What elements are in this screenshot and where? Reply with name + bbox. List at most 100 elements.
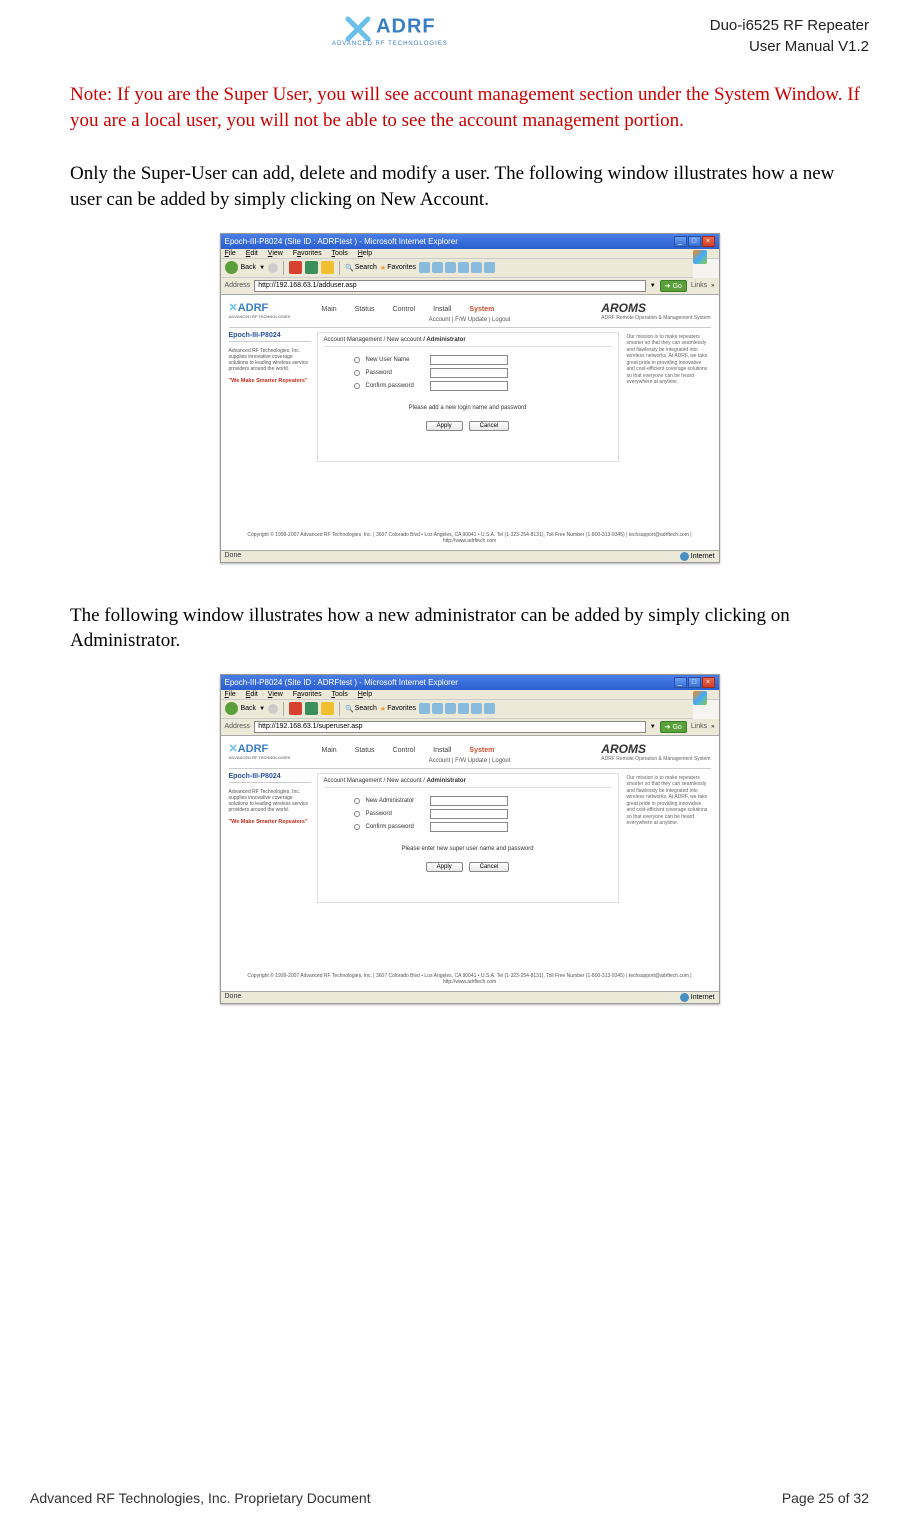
tab-control[interactable]: Control: [390, 305, 419, 314]
minimize-button[interactable]: _: [674, 677, 687, 688]
menu-view[interactable]: View: [268, 691, 283, 698]
favorites-button[interactable]: ★Favorites: [380, 705, 416, 713]
stop-button[interactable]: [289, 702, 302, 715]
go-button[interactable]: ➜ Go: [660, 280, 687, 292]
forward-button[interactable]: [268, 704, 278, 714]
confirm-password-input[interactable]: [430, 822, 508, 832]
menu-tools[interactable]: Tools: [331, 250, 347, 257]
cancel-button[interactable]: Cancel: [469, 421, 510, 431]
confirm-password-input[interactable]: [430, 381, 508, 391]
mail-icon[interactable]: [432, 703, 443, 714]
globe-icon: [680, 993, 689, 1002]
close-button[interactable]: ×: [702, 677, 715, 688]
home-button[interactable]: [321, 702, 334, 715]
toolbar: Back ▼ 🔍Search ★Favorites: [221, 259, 693, 278]
search-button[interactable]: 🔍Search: [345, 264, 377, 272]
menu-help[interactable]: Help: [358, 691, 372, 698]
history-icon[interactable]: [419, 262, 430, 273]
tab-main[interactable]: Main: [319, 305, 340, 314]
apply-button[interactable]: Apply: [426, 421, 463, 431]
tab-system[interactable]: System: [466, 746, 497, 755]
close-button[interactable]: ×: [702, 236, 715, 247]
research-icon[interactable]: [484, 703, 495, 714]
apply-button[interactable]: Apply: [426, 862, 463, 872]
menu-favorites[interactable]: Favorites: [293, 250, 322, 257]
maximize-button[interactable]: □: [688, 236, 701, 247]
tab-install[interactable]: Install: [430, 305, 454, 314]
address-input[interactable]: http://192.168.63.1/adduser.asp: [254, 280, 646, 292]
favorites-button[interactable]: ★Favorites: [380, 264, 416, 272]
password-input[interactable]: [430, 809, 508, 819]
maximize-button[interactable]: □: [688, 677, 701, 688]
password-input[interactable]: [430, 368, 508, 378]
radio-icon[interactable]: [354, 370, 360, 376]
addressbar: Address http://192.168.63.1/superuser.as…: [221, 719, 719, 736]
menu-edit[interactable]: Edit: [246, 250, 258, 257]
tab-main[interactable]: Main: [319, 746, 340, 755]
adrf-logo: ✕ADRFADVANCED RF TECHNOLOGIES: [229, 301, 291, 319]
radio-icon[interactable]: [354, 357, 360, 363]
screenshot-add-user: Epoch-III-P8024 (Site ID : ADRFtest ) - …: [70, 233, 869, 563]
address-input[interactable]: http://192.168.63.1/superuser.asp: [254, 721, 646, 733]
menubar: File Edit View Favorites Tools Help: [221, 249, 719, 259]
right-panel-text: Our mission is to make repeaters smarter…: [625, 773, 711, 903]
edit-icon[interactable]: [458, 703, 469, 714]
right-panel-text: Our mission is to make repeaters smarter…: [625, 332, 711, 462]
tab-system[interactable]: System: [466, 305, 497, 314]
back-button[interactable]: [225, 702, 238, 715]
statusbar: Done Internet: [221, 991, 719, 1003]
screenshot-add-admin: Epoch-III-P8024 (Site ID : ADRFtest ) - …: [70, 674, 869, 1004]
new-username-input[interactable]: [430, 355, 508, 365]
menu-view[interactable]: View: [268, 250, 283, 257]
sidebar-tagline: "We Make Smarter Repeaters": [229, 819, 311, 825]
para1: Only the Super-User can add, delete and …: [70, 161, 869, 212]
tab-status[interactable]: Status: [352, 746, 378, 755]
menu-favorites[interactable]: Favorites: [293, 691, 322, 698]
menu-file[interactable]: File: [225, 250, 236, 257]
refresh-button[interactable]: [305, 261, 318, 274]
radio-icon[interactable]: [354, 811, 360, 817]
discuss-icon[interactable]: [471, 262, 482, 273]
logo: ADRF ADVANCED RF TECHNOLOGIES: [70, 15, 710, 50]
radio-icon[interactable]: [354, 824, 360, 830]
print-icon[interactable]: [445, 703, 456, 714]
doc-title: Duo-i6525 RF Repeater User Manual V1.2: [710, 15, 869, 57]
footer-right: Page 25 of 32: [782, 1490, 869, 1506]
menu-help[interactable]: Help: [358, 250, 372, 257]
menu-file[interactable]: File: [225, 691, 236, 698]
window-titlebar: Epoch-III-P8024 (Site ID : ADRFtest ) - …: [221, 675, 719, 690]
window-titlebar: Epoch-III-P8024 (Site ID : ADRFtest ) - …: [221, 234, 719, 249]
menu-edit[interactable]: Edit: [246, 691, 258, 698]
print-icon[interactable]: [445, 262, 456, 273]
radio-icon[interactable]: [354, 798, 360, 804]
forward-button[interactable]: [268, 263, 278, 273]
home-button[interactable]: [321, 261, 334, 274]
mail-icon[interactable]: [432, 262, 443, 273]
search-button[interactable]: 🔍Search: [345, 705, 377, 713]
go-button[interactable]: ➜ Go: [660, 721, 687, 733]
new-admin-input[interactable]: [430, 796, 508, 806]
discuss-icon[interactable]: [471, 703, 482, 714]
back-button[interactable]: [225, 261, 238, 274]
tab-control[interactable]: Control: [390, 746, 419, 755]
subtabs[interactable]: Account | F/W Update | Logout: [319, 317, 621, 323]
tab-install[interactable]: Install: [430, 746, 454, 755]
globe-icon: [680, 552, 689, 561]
stop-button[interactable]: [289, 261, 302, 274]
research-icon[interactable]: [484, 262, 495, 273]
subtabs[interactable]: Account | F/W Update | Logout: [319, 758, 621, 764]
refresh-button[interactable]: [305, 702, 318, 715]
tab-status[interactable]: Status: [352, 305, 378, 314]
footer-left: Advanced RF Technologies, Inc. Proprieta…: [30, 1490, 371, 1506]
page-header: ADRF ADVANCED RF TECHNOLOGIES Duo-i6525 …: [70, 15, 869, 57]
breadcrumb: Account Management / New account / Admin…: [324, 337, 612, 347]
ie-logo-icon: [693, 691, 707, 705]
edit-icon[interactable]: [458, 262, 469, 273]
cancel-button[interactable]: Cancel: [469, 862, 510, 872]
menu-tools[interactable]: Tools: [331, 691, 347, 698]
copyright: Copyright © 1999-2007 Advanced RF Techno…: [229, 524, 711, 544]
sidebar-tagline: "We Make Smarter Repeaters": [229, 378, 311, 384]
history-icon[interactable]: [419, 703, 430, 714]
radio-icon[interactable]: [354, 383, 360, 389]
minimize-button[interactable]: _: [674, 236, 687, 247]
